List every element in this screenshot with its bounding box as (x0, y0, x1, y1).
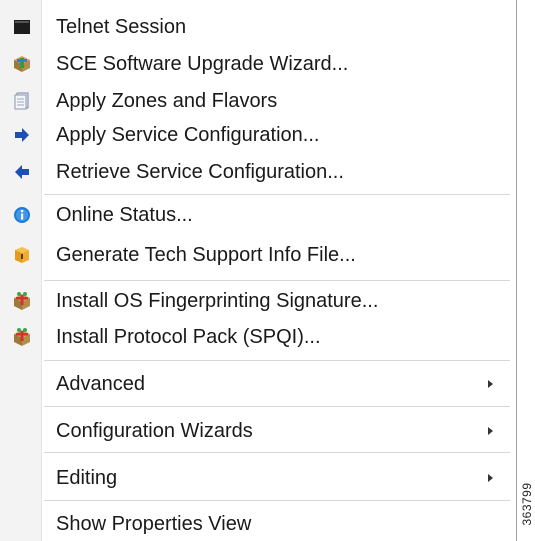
menu-item-telnet-session[interactable]: Telnet Session (0, 10, 516, 44)
figure-id: 363799 (519, 466, 535, 541)
menu-item-configuration-wizards[interactable]: Configuration Wizards (0, 414, 516, 448)
menu-item-label: SCE Software Upgrade Wizard... (56, 53, 349, 75)
support-package-icon (12, 245, 32, 265)
info-icon (12, 205, 32, 225)
menu-separator (44, 194, 510, 195)
menu-item-online-status[interactable]: Online Status... (0, 198, 516, 232)
menu-separator (44, 360, 510, 361)
menu-item-generate-tech-support-info-file[interactable]: Generate Tech Support Info File... (0, 238, 516, 272)
menu-item-show-properties-view[interactable]: Show Properties View (0, 507, 516, 541)
menu-item-label: Install OS Fingerprinting Signature... (56, 290, 379, 312)
upgrade-package-icon (12, 54, 32, 74)
menu-separator (44, 500, 510, 501)
menu-item-apply-zones-and-flavors[interactable]: Apply Zones and Flavors (0, 84, 516, 118)
menu-item-label: Apply Service Configuration... (56, 124, 320, 146)
menu-item-label: Configuration Wizards (56, 420, 253, 442)
menu-item-retrieve-service-configuration[interactable]: Retrieve Service Configuration... (0, 155, 516, 189)
menu-item-label: Telnet Session (56, 16, 187, 38)
menu-separator (44, 280, 510, 281)
menu-item-label: Apply Zones and Flavors (56, 90, 278, 112)
menu-separator (44, 406, 510, 407)
arrow-left-icon (12, 162, 32, 182)
install-package-icon (12, 291, 32, 311)
menu-item-advanced[interactable]: Advanced (0, 367, 516, 401)
menu-item-label: Show Properties View (56, 513, 252, 535)
menu-item-apply-service-configuration[interactable]: Apply Service Configuration... (0, 118, 516, 152)
menu-item-label: Editing (56, 467, 118, 489)
figure-id-text: 363799 (520, 481, 534, 526)
submenu-arrow-icon (488, 380, 493, 388)
menu-item-editing[interactable]: Editing (0, 461, 516, 495)
document-icon (12, 91, 32, 111)
menu-item-install-protocol-pack[interactable]: Install Protocol Pack (SPQI)... (0, 320, 516, 354)
terminal-icon (12, 17, 32, 37)
submenu-arrow-icon (488, 474, 493, 482)
menu-item-sce-software-upgrade-wizard[interactable]: SCE Software Upgrade Wizard... (0, 47, 516, 81)
menu-item-label: Advanced (56, 373, 145, 395)
menu-item-label: Retrieve Service Configuration... (56, 161, 344, 183)
install-package-icon (12, 327, 32, 347)
context-menu: Telnet Session SCE Software Upgrade Wiza… (0, 0, 517, 541)
menu-item-label: Online Status... (56, 204, 193, 226)
menu-item-label: Generate Tech Support Info File... (56, 244, 356, 266)
menu-separator (44, 452, 510, 453)
arrow-right-icon (12, 125, 32, 145)
menu-item-install-os-fingerprinting-signature[interactable]: Install OS Fingerprinting Signature... (0, 284, 516, 318)
menu-item-label: Install Protocol Pack (SPQI)... (56, 326, 321, 348)
submenu-arrow-icon (488, 427, 493, 435)
